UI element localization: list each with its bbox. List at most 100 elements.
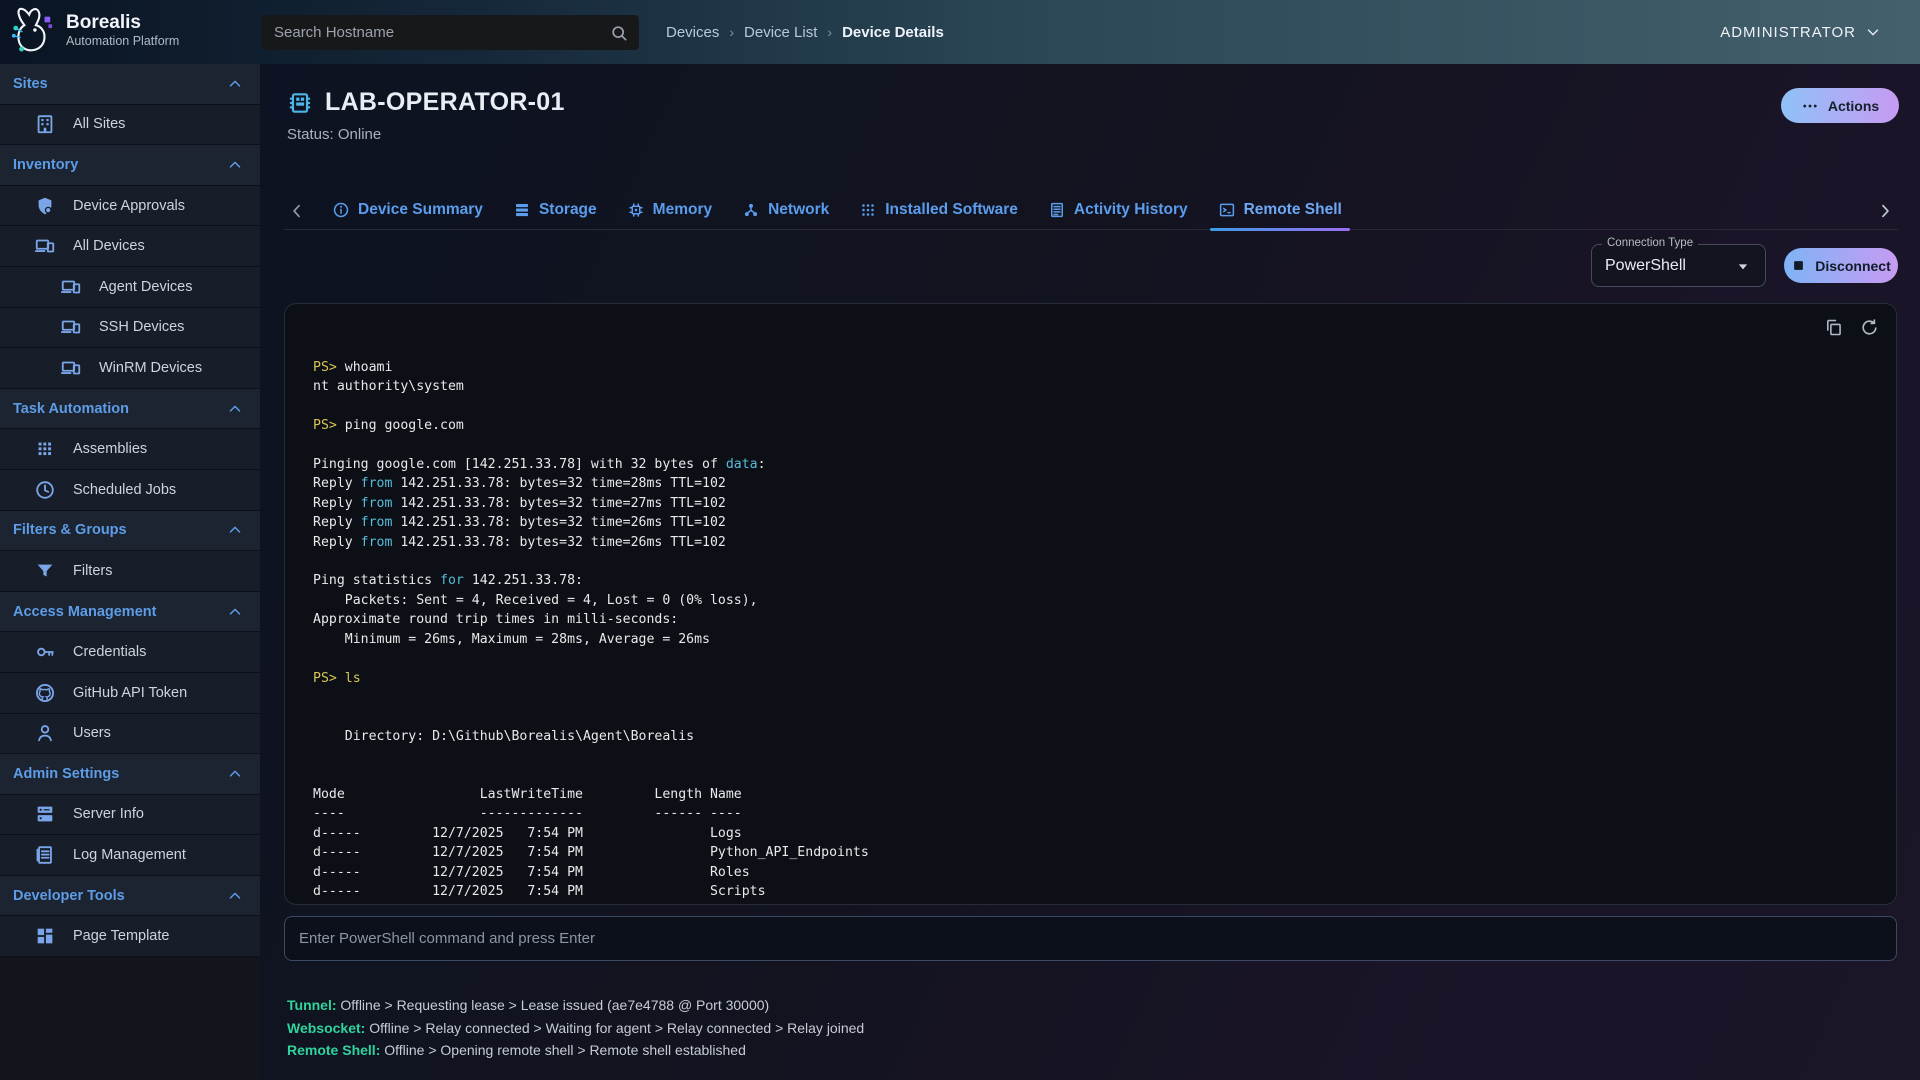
- device-tabs: Device Summary Storage Memory Network In…: [284, 192, 1898, 230]
- tabs-scroll-left-button[interactable]: [284, 201, 310, 221]
- sidebar-section-filters-groups[interactable]: Filters & Groups: [0, 511, 260, 552]
- sidebar-item-credentials[interactable]: Credentials: [0, 632, 260, 673]
- sidebar-section-sites[interactable]: Sites: [0, 64, 260, 105]
- server-icon: [34, 803, 56, 825]
- dots-icon: [1801, 97, 1819, 115]
- sidebar-item-ssh-devices[interactable]: SSH Devices: [0, 308, 260, 349]
- sidebar-item-log-management[interactable]: Log Management: [0, 835, 260, 876]
- chevron-up-icon: [226, 156, 244, 174]
- user-icon: [34, 722, 56, 744]
- terminal-line: PS> ping google.com: [313, 418, 464, 433]
- tab-label: Activity History: [1074, 201, 1188, 219]
- tab-device-summary[interactable]: Device Summary: [332, 201, 483, 221]
- actions-button[interactable]: Actions: [1781, 88, 1899, 123]
- rabbit-logo-icon: [10, 5, 56, 55]
- status-line-text: Offline > Opening remote shell > Remote …: [380, 1042, 746, 1058]
- terminal-line: Ping statistics for 142.251.33.78:: [313, 573, 583, 588]
- terminal-line: Minimum = 26ms, Maximum = 28ms, Average …: [313, 632, 710, 647]
- history-icon: [1048, 201, 1066, 219]
- memory-icon: [627, 201, 645, 219]
- device-status: Status: Online: [287, 126, 565, 143]
- sidebar-item-assemblies[interactable]: Assemblies: [0, 429, 260, 470]
- sidebar-section-access-management[interactable]: Access Management: [0, 592, 260, 633]
- user-menu-label: ADMINISTRATOR: [1720, 24, 1856, 41]
- sidebar-section-admin-settings[interactable]: Admin Settings: [0, 754, 260, 795]
- sidebar-item-label: Log Management: [73, 847, 186, 863]
- terminal-line: nt authority\system: [313, 379, 464, 394]
- sidebar: Sites All SitesInventory Device Approval…: [0, 64, 260, 1080]
- copy-icon[interactable]: [1823, 317, 1844, 338]
- sidebar-item-device-approvals[interactable]: Device Approvals: [0, 186, 260, 227]
- terminal-line: PS> whoami: [313, 360, 392, 375]
- sidebar-item-label: Filters: [73, 563, 112, 579]
- status-line-text: Offline > Relay connected > Waiting for …: [365, 1020, 864, 1036]
- breadcrumb: Devices›Device List›Device Details: [666, 0, 944, 64]
- building-icon: [34, 113, 56, 135]
- devices-icon: [60, 357, 82, 379]
- sidebar-item-label: WinRM Devices: [99, 360, 202, 376]
- sidebar-section-label: Access Management: [13, 604, 226, 620]
- chevron-up-icon: [226, 521, 244, 539]
- tab-remote-shell[interactable]: Remote Shell: [1218, 201, 1342, 221]
- sidebar-section-inventory[interactable]: Inventory: [0, 145, 260, 186]
- terminal-line: d----- 12/7/2025 7:54 PM Roles: [313, 865, 750, 880]
- template-icon: [34, 925, 56, 947]
- tab-activity-history[interactable]: Activity History: [1048, 201, 1188, 221]
- sidebar-item-server-info[interactable]: Server Info: [0, 795, 260, 836]
- tab-label: Remote Shell: [1244, 201, 1342, 219]
- sidebar-item-label: Agent Devices: [99, 279, 193, 295]
- sidebar-section-label: Filters & Groups: [13, 522, 226, 538]
- user-menu[interactable]: ADMINISTRATOR: [1720, 0, 1882, 64]
- status-line-text: Offline > Requesting lease > Lease issue…: [337, 997, 770, 1013]
- tab-network[interactable]: Network: [742, 201, 829, 221]
- status-line: Tunnel: Offline > Requesting lease > Lea…: [287, 994, 864, 1017]
- sidebar-item-scheduled-jobs[interactable]: Scheduled Jobs: [0, 470, 260, 511]
- powershell-command-input[interactable]: [284, 916, 1897, 961]
- sidebar-item-winrm-devices[interactable]: WinRM Devices: [0, 348, 260, 389]
- sidebar-section-task-automation[interactable]: Task Automation: [0, 389, 260, 430]
- chevron-up-icon: [226, 887, 244, 905]
- filter-icon: [34, 560, 56, 582]
- sidebar-item-agent-devices[interactable]: Agent Devices: [0, 267, 260, 308]
- tab-installed-software[interactable]: Installed Software: [859, 201, 1018, 221]
- sidebar-section-developer-tools[interactable]: Developer Tools: [0, 876, 260, 917]
- terminal-line: PS> ls: [313, 671, 361, 686]
- sidebar-item-label: Credentials: [73, 644, 146, 660]
- sidebar-item-page-template[interactable]: Page Template: [0, 916, 260, 957]
- log-icon: [34, 844, 56, 866]
- sidebar-item-all-sites[interactable]: All Sites: [0, 105, 260, 146]
- stop-icon: [1791, 258, 1806, 273]
- sidebar-item-label: All Devices: [73, 238, 145, 254]
- sidebar-item-label: Device Approvals: [73, 198, 185, 214]
- disconnect-button[interactable]: Disconnect: [1784, 248, 1898, 283]
- grid-icon: [34, 438, 56, 460]
- storage-icon: [513, 201, 531, 219]
- search-input[interactable]: [261, 24, 609, 41]
- shell-toolbar: Connection Type PowerShell Disconnect: [1591, 244, 1898, 287]
- breadcrumb-separator: ›: [827, 24, 832, 40]
- sidebar-item-users[interactable]: Users: [0, 714, 260, 755]
- tab-label: Storage: [539, 201, 597, 219]
- terminal-line: Pinging google.com [142.251.33.78] with …: [313, 457, 766, 472]
- terminal-line: d----- 12/7/2025 7:54 PM Scripts: [313, 884, 766, 899]
- chevron-left-icon: [287, 201, 307, 221]
- breadcrumb-item[interactable]: Devices: [666, 24, 719, 41]
- terminal-line: d----- 12/7/2025 7:54 PM Logs: [313, 826, 742, 841]
- sidebar-item-all-devices[interactable]: All Devices: [0, 226, 260, 267]
- terminal-output: PS> whoami nt authority\system PS> ping …: [313, 358, 1886, 905]
- tab-storage[interactable]: Storage: [513, 201, 597, 221]
- chevron-up-icon: [226, 75, 244, 93]
- sidebar-section-label: Task Automation: [13, 401, 226, 417]
- network-icon: [742, 201, 760, 219]
- tabs-scroll-right-button[interactable]: [1872, 201, 1898, 221]
- command-input-wrap: [284, 916, 1897, 961]
- breadcrumb-item[interactable]: Device List: [744, 24, 817, 41]
- terminal-line: d----- 12/7/2025 7:54 PM Python_API_Endp…: [313, 845, 869, 860]
- terminal-line: Approximate round trip times in milli-se…: [313, 612, 678, 627]
- refresh-icon[interactable]: [1859, 317, 1880, 338]
- connection-type-select[interactable]: Connection Type PowerShell: [1591, 244, 1766, 287]
- sidebar-item-github-api-token[interactable]: GitHub API Token: [0, 673, 260, 714]
- tab-memory[interactable]: Memory: [627, 201, 712, 221]
- terminal-line: ---- ------------- ------ ----: [313, 806, 742, 821]
- sidebar-item-filters[interactable]: Filters: [0, 551, 260, 592]
